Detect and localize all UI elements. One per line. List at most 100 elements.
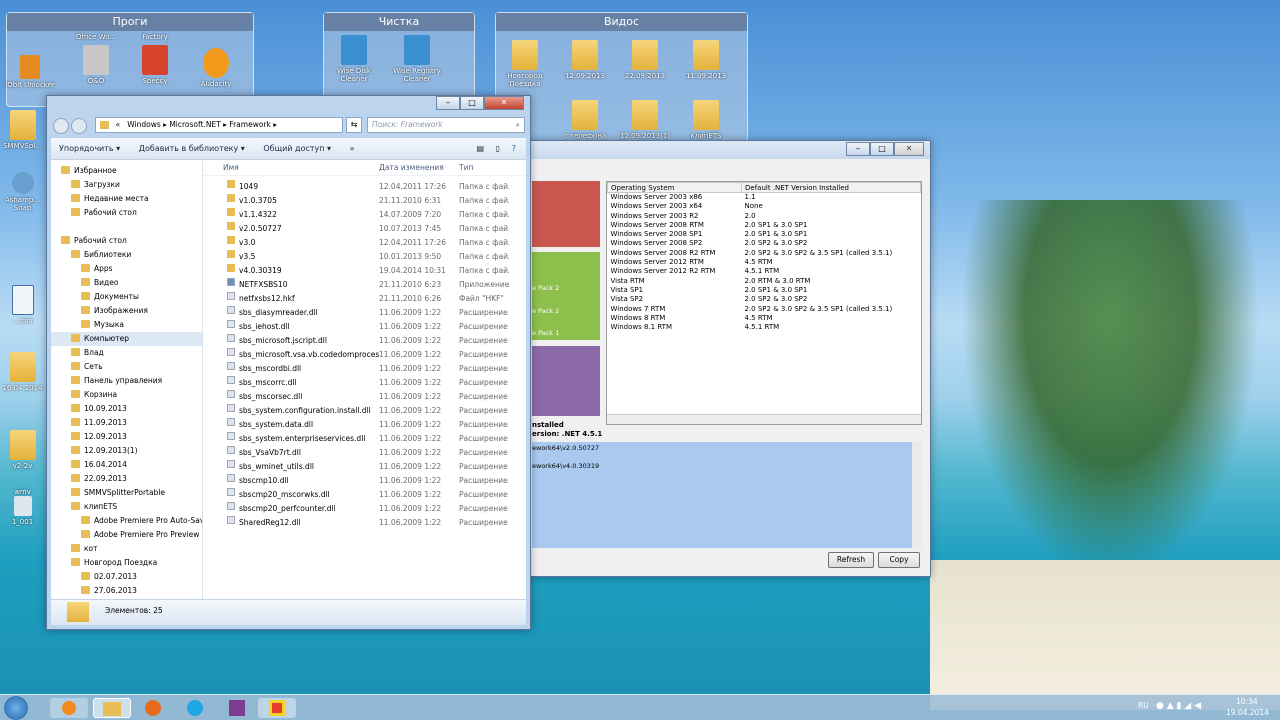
forward-button[interactable] bbox=[71, 118, 87, 134]
nav-item[interactable]: Adobe Premiere Pro Auto-Save bbox=[51, 514, 202, 528]
col-version[interactable]: Default .NET Version Installed bbox=[741, 182, 921, 193]
desktop-icon[interactable]: Ashamp... Snap bbox=[0, 172, 45, 212]
nav-item[interactable]: 02.07.2013 bbox=[51, 570, 202, 584]
version-row[interactable]: Windows Server 2012 RTM 4.5 RTM bbox=[608, 258, 921, 267]
col-name[interactable]: Имя bbox=[203, 160, 379, 176]
video-folder[interactable]: клипETS bbox=[678, 100, 734, 140]
close-button[interactable]: ✕ bbox=[894, 142, 924, 156]
nav-item[interactable]: Видео bbox=[51, 276, 202, 290]
nav-item[interactable]: Загрузки bbox=[51, 178, 202, 192]
more-button[interactable]: » bbox=[342, 138, 363, 160]
video-folder[interactable]: 11.09.2013 bbox=[678, 40, 734, 80]
version-row[interactable]: Windows 8 RTM 4.5 RTM bbox=[608, 314, 921, 323]
back-button[interactable] bbox=[53, 118, 69, 134]
vertical-scrollbar[interactable] bbox=[912, 442, 922, 548]
winrar-icon[interactable] bbox=[218, 698, 256, 718]
file-row[interactable]: SharedReg12.dll 11.06.2009 1:22 Расширение bbox=[203, 516, 526, 530]
file-row[interactable]: sbscmp10.dll 11.06.2009 1:22 Расширение bbox=[203, 474, 526, 488]
organize-button[interactable]: Упорядочить ▾ bbox=[51, 138, 128, 160]
nav-item[interactable]: 10.09.2013 bbox=[51, 402, 202, 416]
version-row[interactable]: Vista SP2 2.0 SP2 & 3.0 SP2 bbox=[608, 295, 921, 304]
version-row[interactable]: Windows Server 2012 R2 RTM 4.5.1 RTM bbox=[608, 267, 921, 276]
nav-item[interactable]: Сеть bbox=[51, 360, 202, 374]
file-row[interactable]: v2.0.50727 10.07.2013 7:45 Папка с файлами bbox=[203, 222, 526, 236]
refresh-button[interactable]: Refresh bbox=[828, 552, 874, 568]
prog-icon[interactable]: Office Wo... O&O bbox=[68, 33, 124, 85]
share-button[interactable]: Общий доступ ▾ bbox=[255, 138, 339, 160]
desktop-icon[interactable]: ...ляя bbox=[0, 285, 45, 325]
version-row[interactable]: Windows Server 2008 SP1 2.0 SP1 & 3.0 SP1 bbox=[608, 230, 921, 239]
nav-item[interactable]: Компьютер bbox=[51, 332, 202, 346]
prog-icon[interactable]: Factory Speccy bbox=[127, 33, 183, 85]
file-row[interactable]: sbs_system.configuration.install.dll 11.0… bbox=[203, 404, 526, 418]
file-row[interactable]: sbs_mscorsec.dll 11.06.2009 1:22 Расширени… bbox=[203, 390, 526, 404]
language-indicator[interactable]: RU bbox=[1138, 701, 1149, 710]
start-button[interactable] bbox=[4, 696, 28, 720]
nav-item[interactable]: 12.09.2013 bbox=[51, 430, 202, 444]
nav-item[interactable]: Apps bbox=[51, 262, 202, 276]
file-row[interactable]: sbs_wminet_utils.dll 11.06.2009 1:22 Расши… bbox=[203, 460, 526, 474]
nav-item[interactable]: 22.09.2013 bbox=[51, 472, 202, 486]
nav-item[interactable]: Документы bbox=[51, 290, 202, 304]
nav-item[interactable]: Корзина bbox=[51, 388, 202, 402]
nav-item[interactable]: Adobe Premiere Pro Preview F bbox=[51, 528, 202, 542]
nav-item[interactable]: Избранное bbox=[51, 164, 202, 178]
file-row[interactable]: sbs_VsaVb7rt.dll 11.06.2009 1:22 Расширени… bbox=[203, 446, 526, 460]
file-row[interactable]: sbs_mscordbi.dll 11.06.2009 1:22 Расширени… bbox=[203, 362, 526, 376]
file-row[interactable]: v1.1.4322 14.07.2009 7:20 Папка с файлами bbox=[203, 208, 526, 222]
dotnet-app-taskbar-icon[interactable] bbox=[258, 698, 296, 718]
video-folder[interactable]: с телефона bbox=[557, 100, 613, 140]
breadcrumb-item[interactable]: Microsoft.NET bbox=[169, 120, 220, 129]
version-row[interactable]: Windows Server 2008 SP2 2.0 SP2 & 3.0 SP2 bbox=[608, 239, 921, 248]
file-row[interactable]: sbs_microsoft.vsa.vb.codedomprocessor...… bbox=[203, 348, 526, 362]
nav-item[interactable]: 16.04.2014 bbox=[51, 458, 202, 472]
file-row[interactable]: NETFXSBS10 21.11.2010 6:23 Приложение bbox=[203, 278, 526, 292]
version-row[interactable]: Vista RTM 2.0 RTM & 3.0 RTM bbox=[608, 277, 921, 286]
copy-button[interactable]: Copy bbox=[878, 552, 920, 568]
clean-icon[interactable]: Wise Disk Cleaner bbox=[326, 35, 382, 83]
video-folder[interactable]: 22.09.2013 bbox=[617, 40, 673, 80]
file-row[interactable]: sbs_mscorrc.dll 11.06.2009 1:22 Расширение bbox=[203, 376, 526, 390]
tray-icons[interactable]: ● ▲ ▮ ◢ ◀ bbox=[1156, 701, 1201, 711]
file-row[interactable]: sbs_iehost.dll 11.06.2009 1:22 Расширение bbox=[203, 320, 526, 334]
minimize-button[interactable]: – bbox=[436, 96, 460, 110]
nav-item[interactable]: Изображения bbox=[51, 304, 202, 318]
nav-item[interactable]: SMMVSplitterPortable bbox=[51, 486, 202, 500]
skype-icon[interactable] bbox=[176, 698, 214, 718]
col-type[interactable]: Тип bbox=[459, 160, 509, 176]
nav-item[interactable]: 11.09.2013 bbox=[51, 416, 202, 430]
breadcrumb-overflow[interactable]: « bbox=[116, 120, 121, 129]
nav-item[interactable]: клипETS bbox=[51, 500, 202, 514]
file-row[interactable]: sbscmp20_mscorwks.dll 11.06.2009 1:22 Расш… bbox=[203, 488, 526, 502]
address-bar[interactable]: « Windows ▸ Microsoft.NET ▸ Framework ▸ bbox=[95, 117, 343, 133]
help-icon[interactable]: ? bbox=[504, 138, 524, 160]
file-row[interactable]: v3.5 10.01.2013 9:50 Папка с файлами bbox=[203, 250, 526, 264]
prog-icon[interactable]: Audacity bbox=[188, 48, 244, 88]
maximize-button[interactable]: □ bbox=[460, 96, 484, 110]
file-row[interactable]: v4.0.30319 19.04.2014 10:31 Папка с файлам… bbox=[203, 264, 526, 278]
file-row[interactable]: v1.0.3705 21.11.2010 6:31 Папка с файлами bbox=[203, 194, 526, 208]
nav-item[interactable]: Музыка bbox=[51, 318, 202, 332]
clean-icon[interactable]: Wise Registry Cleaner bbox=[387, 35, 447, 83]
col-os[interactable]: Operating System bbox=[607, 182, 742, 193]
col-date[interactable]: Дата изменения bbox=[379, 160, 459, 176]
version-row[interactable]: Windows Server 2003 x86 1.1 bbox=[608, 193, 921, 203]
file-row[interactable]: sbs_diasymreader.dll 11.06.2009 1:22 Расши… bbox=[203, 306, 526, 320]
nav-item[interactable]: Библиотеки bbox=[51, 248, 202, 262]
explorer-taskbar-icon[interactable] bbox=[93, 698, 131, 718]
file-row[interactable]: 1049 12.04.2011 17:26 Папка с файлами bbox=[203, 180, 526, 194]
nav-item[interactable]: Панель управления bbox=[51, 374, 202, 388]
version-row[interactable]: Windows 7 RTM 2.0 SP2 & 3.0 SP2 & 3.5 SP1… bbox=[608, 305, 921, 314]
file-row[interactable]: sbs_microsoft.jscript.dll 11.06.2009 1:22… bbox=[203, 334, 526, 348]
version-row[interactable]: Windows Server 2008 R2 RTM 2.0 SP2 & 3.0 … bbox=[608, 249, 921, 258]
version-row[interactable]: Windows Server 2003 x64 None bbox=[608, 202, 921, 211]
maximize-button[interactable]: □ bbox=[870, 142, 894, 156]
search-input[interactable]: Поиск: Framework ⌕ bbox=[367, 117, 525, 133]
file-row[interactable]: netfxsbs12.hkf 21.11.2010 6:26 Файл "HKF" bbox=[203, 292, 526, 306]
clock-date[interactable]: 19.04.2014 bbox=[1226, 708, 1269, 717]
version-row[interactable]: Windows 8.1 RTM 4.5.1 RTM bbox=[608, 323, 921, 332]
nav-item[interactable]: Рабочий стол bbox=[51, 234, 202, 248]
video-folder[interactable]: 12.09.2013(1) bbox=[617, 100, 673, 140]
add-to-library-button[interactable]: Добавить в библиотеку ▾ bbox=[131, 138, 253, 160]
minimize-button[interactable]: – bbox=[846, 142, 870, 156]
